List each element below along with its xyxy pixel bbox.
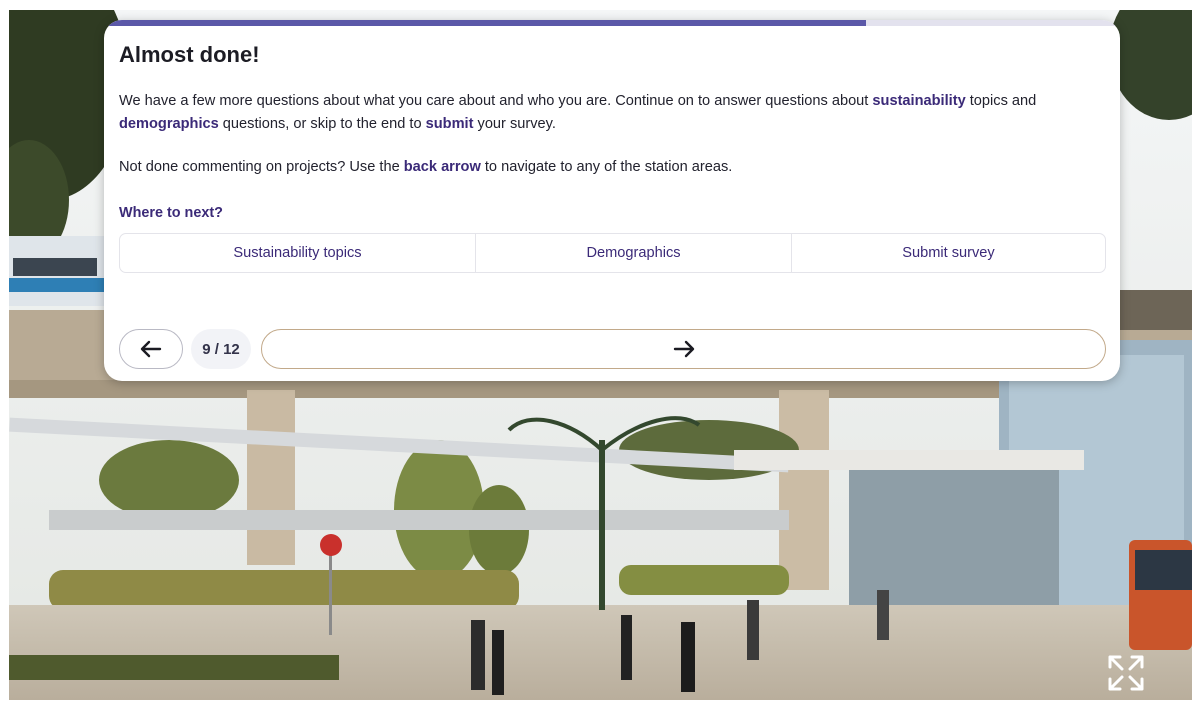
fullscreen-button[interactable] xyxy=(1104,651,1148,695)
keyword-sustainability: sustainability xyxy=(872,93,966,109)
arrow-left-icon xyxy=(140,340,162,358)
arrow-right-icon xyxy=(673,340,695,358)
navigation-bar: 9 / 12 xyxy=(119,329,1106,369)
progress-bar-fill xyxy=(104,20,866,26)
where-to-next-heading: Where to next? xyxy=(119,205,223,221)
back-note-paragraph: Not done commenting on projects? Use the… xyxy=(119,156,1109,179)
choice-sustainability-topics[interactable]: Sustainability topics xyxy=(120,234,475,272)
keyword-back-arrow: back arrow xyxy=(403,159,481,175)
page-title: Almost done! xyxy=(119,42,260,67)
choice-submit-survey[interactable]: Submit survey xyxy=(791,234,1105,272)
intro-text-3: questions, or skip to the end to xyxy=(218,116,426,132)
page-counter: 9 / 12 xyxy=(191,329,251,369)
next-button[interactable] xyxy=(261,329,1106,369)
intro-text-4: your survey. xyxy=(473,116,556,132)
keyword-submit: submit xyxy=(425,116,474,132)
back-note-text-1: Not done commenting on projects? Use the xyxy=(119,159,404,175)
intro-paragraph: We have a few more questions about what … xyxy=(119,90,1109,136)
progress-bar xyxy=(104,20,1120,26)
destination-choices: Sustainability topics Demographics Submi… xyxy=(119,233,1106,273)
back-note-text-2: to navigate to any of the station areas. xyxy=(480,159,733,175)
fullscreen-expand-icon xyxy=(1104,651,1148,695)
intro-text-2: topics and xyxy=(965,93,1037,109)
intro-text-1: We have a few more questions about what … xyxy=(119,93,873,109)
keyword-demographics: demographics xyxy=(119,116,219,132)
choice-demographics[interactable]: Demographics xyxy=(475,234,791,272)
survey-card: Almost done! We have a few more question… xyxy=(104,20,1120,381)
back-button[interactable] xyxy=(119,329,183,369)
